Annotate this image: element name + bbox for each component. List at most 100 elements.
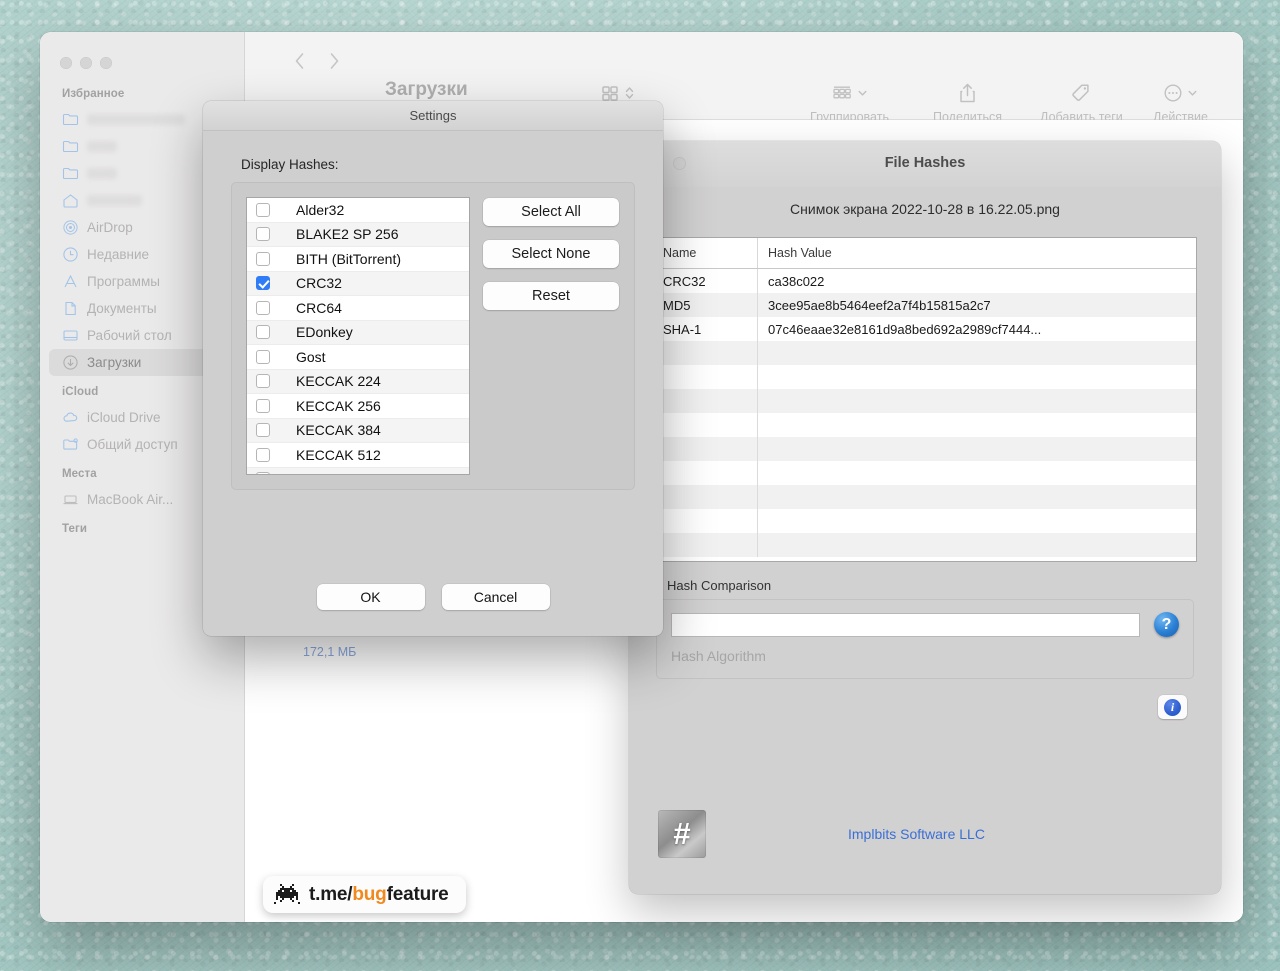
sidebar-item-label xyxy=(87,195,142,206)
list-item[interactable]: BITH (BitTorrent) xyxy=(247,247,469,272)
group-icon xyxy=(833,86,852,99)
settings-panel: Alder32 BLAKE2 SP 256 BITH (BitTorrent) … xyxy=(231,182,635,490)
list-item[interactable]: KECCAK 384 xyxy=(247,418,469,443)
list-item[interactable]: KECCAK 256 xyxy=(247,394,469,419)
maximize-button[interactable] xyxy=(100,57,112,69)
window-traffic-lights[interactable] xyxy=(60,57,112,69)
toolbar-action-button[interactable]: Действие xyxy=(1153,80,1208,124)
info-button[interactable]: i xyxy=(1158,695,1187,719)
file-hashes-window: File Hashes Снимок экрана 2022-10-28 в 1… xyxy=(629,141,1221,894)
list-item-label: KECCAK 384 xyxy=(296,422,381,439)
telegram-watermark: t.me/bugfeature xyxy=(263,876,466,913)
list-item[interactable]: EDonkey xyxy=(247,320,469,345)
checkbox[interactable] xyxy=(256,202,270,217)
checkbox[interactable] xyxy=(256,325,270,340)
hash-value: 3cee95ae8b5464eef2a7f4b15815a2c7 xyxy=(768,297,991,313)
cancel-button[interactable]: Cancel xyxy=(441,584,550,610)
nav-back-forward[interactable] xyxy=(293,52,341,70)
table-row[interactable] xyxy=(654,437,1196,461)
table-row[interactable] xyxy=(654,341,1196,365)
hash-comparison-input[interactable] xyxy=(671,612,1140,637)
minimize-button[interactable] xyxy=(80,57,92,69)
hash-table[interactable]: Name Hash Value CRC32 ca38c022 MD5 3cee9… xyxy=(653,237,1197,562)
reset-button[interactable]: Reset xyxy=(483,282,619,310)
hash-name xyxy=(654,413,758,437)
watermark-suffix: feature xyxy=(386,883,449,905)
checkbox[interactable] xyxy=(256,423,270,438)
hash-comparison-box: ? Hash Algorithm xyxy=(656,599,1194,679)
checkbox[interactable] xyxy=(256,276,270,291)
file-hashes-body: Name Hash Value CRC32 ca38c022 MD5 3cee9… xyxy=(629,237,1221,719)
list-item-label: Alder32 xyxy=(296,201,345,218)
clock-icon xyxy=(62,246,79,263)
sidebar-item-label xyxy=(87,168,117,179)
table-row[interactable] xyxy=(654,365,1196,389)
checkbox[interactable] xyxy=(256,300,270,315)
info-icon: i xyxy=(1164,698,1181,716)
hash-algorithm-list[interactable]: Alder32 BLAKE2 SP 256 BITH (BitTorrent) … xyxy=(246,197,470,475)
list-item-label: KECCAK 512 xyxy=(296,446,381,463)
display-hashes-label: Display Hashes: xyxy=(241,157,339,172)
airdrop-icon xyxy=(62,219,79,236)
hash-algorithm-label: Hash Algorithm xyxy=(671,648,766,664)
list-item[interactable]: Gost xyxy=(247,345,469,370)
select-all-button[interactable]: Select All xyxy=(483,198,619,226)
table-row[interactable] xyxy=(654,413,1196,437)
checkbox[interactable] xyxy=(256,472,270,474)
help-icon[interactable]: ? xyxy=(1154,612,1179,637)
file-hashes-footer: # Implbits Software LLC xyxy=(629,774,1221,894)
downloads-icon xyxy=(62,354,79,371)
column-header-hash-value: Hash Value xyxy=(768,246,832,260)
settings-title: Settings xyxy=(409,108,457,123)
list-item[interactable]: CRC32 xyxy=(247,271,469,296)
list-item[interactable]: KECCAK 224 xyxy=(247,369,469,394)
list-item-label: Gost xyxy=(296,348,326,365)
table-row[interactable] xyxy=(654,509,1196,533)
sidebar-item-label: MacBook Air... xyxy=(87,492,174,507)
watermark-highlight: bug xyxy=(352,883,387,905)
checkbox[interactable] xyxy=(256,349,270,364)
checkbox[interactable] xyxy=(256,374,270,389)
list-item[interactable]: MD2 xyxy=(247,467,469,474)
hash-name: SHA-1 xyxy=(654,317,758,341)
laptop-icon xyxy=(62,491,79,508)
table-row[interactable]: MD5 3cee95ae8b5464eef2a7f4b15815a2c7 xyxy=(654,293,1196,317)
list-item[interactable]: BLAKE2 SP 256 xyxy=(247,222,469,247)
sidebar-item-label: Недавние xyxy=(87,247,150,262)
table-row[interactable] xyxy=(654,485,1196,509)
toolbar-share-button[interactable]: Поделиться xyxy=(933,80,1002,124)
checkbox[interactable] xyxy=(256,398,270,413)
file-hashes-title: File Hashes xyxy=(884,155,966,171)
table-row[interactable] xyxy=(654,389,1196,413)
table-row[interactable] xyxy=(654,533,1196,557)
list-item[interactable]: Alder32 xyxy=(247,198,469,223)
close-button[interactable] xyxy=(60,57,72,69)
space-invader-icon xyxy=(274,883,300,904)
list-item[interactable]: CRC64 xyxy=(247,296,469,321)
ok-button[interactable]: OK xyxy=(316,584,425,610)
watermark-text: t.me/bugfeature xyxy=(309,884,449,906)
toolbar-tags-button[interactable]: Добавить теги xyxy=(1040,80,1123,124)
sidebar-item-label xyxy=(87,141,117,152)
table-row[interactable]: SHA-1 07c46eaae32e8161d9a8bed692a2989cf7… xyxy=(654,317,1196,341)
hashed-filename: Снимок экрана 2022-10-28 в 16.22.05.png xyxy=(790,201,1060,217)
table-row[interactable]: CRC32 ca38c022 xyxy=(654,269,1196,293)
page-title: Загрузки xyxy=(385,79,468,100)
sidebar-item-label: Загрузки xyxy=(87,355,142,370)
toolbar-group-button[interactable]: Группировать xyxy=(810,80,889,124)
checkbox[interactable] xyxy=(256,447,270,462)
list-item[interactable]: KECCAK 512 xyxy=(247,443,469,468)
list-item-label: KECCAK 224 xyxy=(296,373,381,390)
vendor-link[interactable]: Implbits Software LLC xyxy=(848,826,985,842)
hash-name xyxy=(654,461,758,485)
hash-value: 07c46eaae32e8161d9a8bed692a2989cf7444... xyxy=(768,321,1042,337)
hash-value: ca38c022 xyxy=(768,273,825,289)
table-row[interactable] xyxy=(654,461,1196,485)
list-item-label: BLAKE2 SP 256 xyxy=(296,226,399,243)
folder-icon xyxy=(62,165,79,182)
select-none-button[interactable]: Select None xyxy=(483,240,619,268)
watermark-prefix: t.me/ xyxy=(309,883,353,905)
checkbox[interactable] xyxy=(256,227,270,242)
folder-icon xyxy=(62,111,79,128)
checkbox[interactable] xyxy=(256,251,270,266)
